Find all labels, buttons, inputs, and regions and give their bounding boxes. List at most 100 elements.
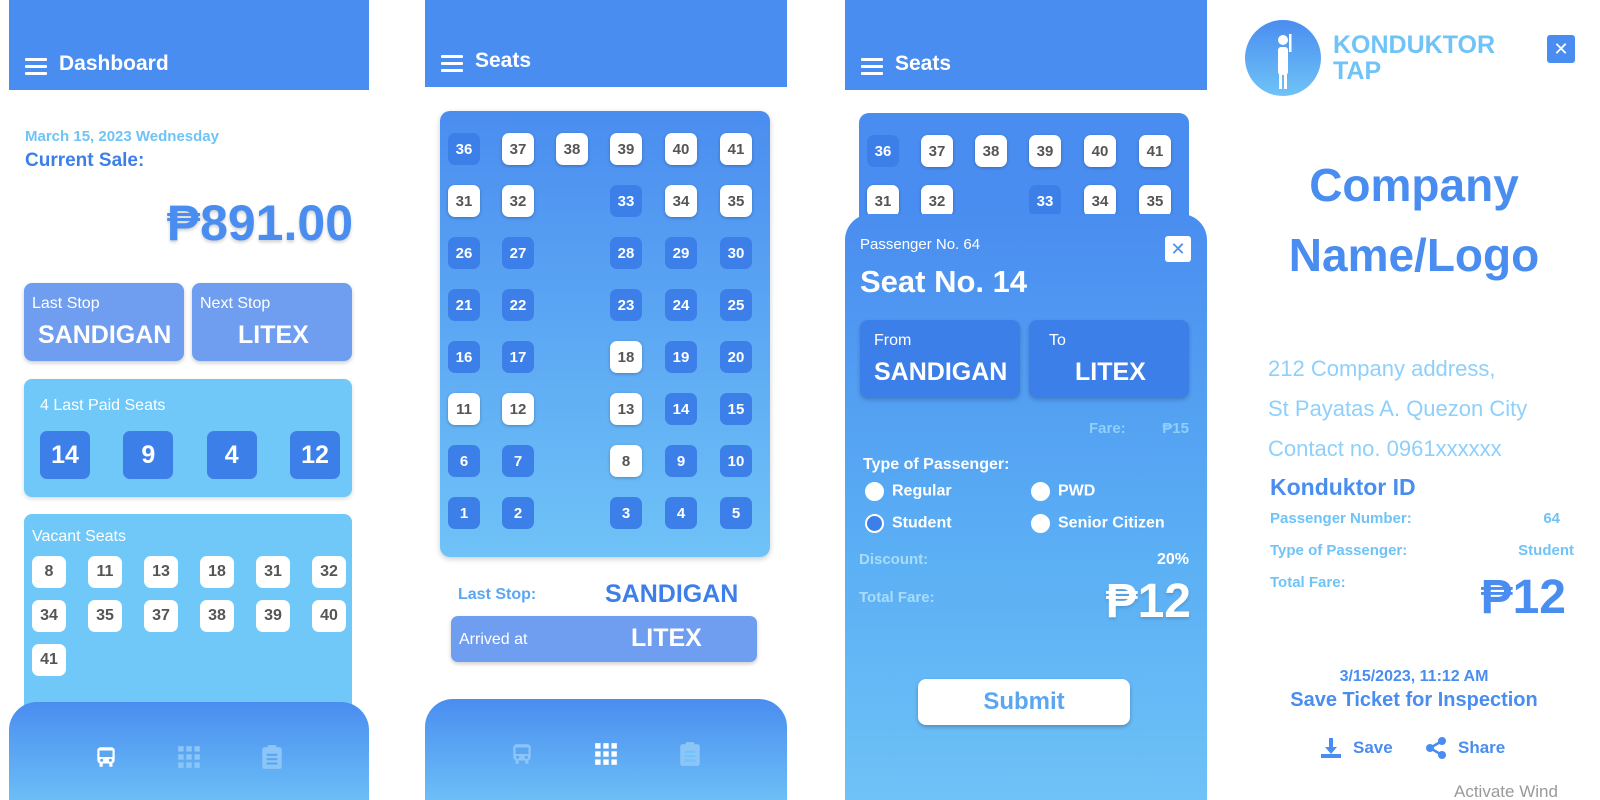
vacant-seat[interactable]: 41 <box>32 644 66 676</box>
seat-22[interactable]: 22 <box>502 289 534 321</box>
seat-8[interactable]: 8 <box>610 445 642 477</box>
total-fare-value: ₱12 <box>1480 571 1566 624</box>
seat-5[interactable]: 5 <box>720 497 752 529</box>
seat-20[interactable]: 20 <box>720 341 752 373</box>
fare-value: ₱15 <box>1162 420 1189 437</box>
seat-7[interactable]: 7 <box>502 445 534 477</box>
seat-37[interactable]: 37 <box>502 133 534 165</box>
close-button[interactable]: ✕ <box>1547 35 1575 63</box>
seat-10[interactable]: 10 <box>720 445 752 477</box>
seat-27[interactable]: 27 <box>502 237 534 269</box>
vacant-seat[interactable]: 37 <box>144 600 178 632</box>
radio-regular[interactable]: Regular <box>865 482 952 501</box>
save-button[interactable]: Save <box>1319 736 1393 760</box>
seat-33[interactable]: 33 <box>610 185 642 217</box>
seat-35[interactable]: 35 <box>720 185 752 217</box>
seat-37[interactable]: 37 <box>921 135 953 167</box>
seat-12[interactable]: 12 <box>502 393 534 425</box>
seat-18[interactable]: 18 <box>610 341 642 373</box>
seat-17[interactable]: 17 <box>502 341 534 373</box>
seat-39[interactable]: 39 <box>610 133 642 165</box>
grid-icon[interactable] <box>176 744 202 770</box>
seat-33[interactable]: 33 <box>1029 185 1061 217</box>
seat-41[interactable]: 41 <box>720 133 752 165</box>
last-stop-label: Last Stop: <box>458 586 537 603</box>
passenger-type-label: Type of Passenger: <box>1270 542 1408 559</box>
seat-40[interactable]: 40 <box>1084 135 1116 167</box>
seats-header: Seats <box>425 0 787 87</box>
vacant-seat[interactable]: 35 <box>88 600 122 632</box>
paid-seat[interactable]: 14 <box>40 431 90 479</box>
seat-38[interactable]: 38 <box>975 135 1007 167</box>
radio-senior[interactable]: Senior Citizen <box>1031 514 1165 533</box>
clipboard-icon[interactable] <box>259 744 285 770</box>
seat-32[interactable]: 32 <box>502 185 534 217</box>
seat-24[interactable]: 24 <box>665 289 697 321</box>
seat-30[interactable]: 30 <box>720 237 752 269</box>
seat-41[interactable]: 41 <box>1139 135 1171 167</box>
bus-icon[interactable] <box>509 741 535 767</box>
seat-6[interactable]: 6 <box>448 445 480 477</box>
vacant-seat[interactable]: 31 <box>256 556 290 588</box>
menu-icon[interactable] <box>861 58 883 76</box>
seat-4[interactable]: 4 <box>665 497 697 529</box>
seat-15[interactable]: 15 <box>720 393 752 425</box>
paid-seat[interactable]: 12 <box>289 431 340 479</box>
vacant-seat[interactable]: 8 <box>32 556 66 588</box>
seat-31[interactable]: 31 <box>448 185 480 217</box>
seat-40[interactable]: 40 <box>665 133 697 165</box>
vacant-seat[interactable]: 32 <box>312 556 346 588</box>
seat-34[interactable]: 34 <box>1084 185 1116 217</box>
seat-3[interactable]: 3 <box>610 497 642 529</box>
seat-28[interactable]: 28 <box>610 237 642 269</box>
seat-13[interactable]: 13 <box>610 393 642 425</box>
vacant-seat[interactable]: 38 <box>200 600 234 632</box>
grid-icon[interactable] <box>593 741 619 767</box>
seat-29[interactable]: 29 <box>665 237 697 269</box>
menu-icon[interactable] <box>441 55 463 73</box>
seat-34[interactable]: 34 <box>665 185 697 217</box>
vacant-seat[interactable]: 18 <box>200 556 234 588</box>
radio-pwd[interactable]: PWD <box>1031 482 1095 501</box>
radio-student[interactable]: Student <box>865 514 952 533</box>
menu-icon[interactable] <box>25 58 47 76</box>
seat-16[interactable]: 16 <box>448 341 480 373</box>
bus-icon[interactable] <box>93 744 119 770</box>
vacant-seat[interactable]: 40 <box>312 600 346 632</box>
vacant-seat[interactable]: 13 <box>144 556 178 588</box>
seat-39[interactable]: 39 <box>1029 135 1061 167</box>
fare-label: Fare: <box>1089 420 1126 437</box>
seat-14[interactable]: 14 <box>665 393 697 425</box>
paid-seat[interactable]: 4 <box>206 431 257 479</box>
vacant-seat[interactable]: 11 <box>88 556 122 588</box>
seat-26[interactable]: 26 <box>448 237 480 269</box>
paid-seat[interactable]: 9 <box>123 431 174 479</box>
close-button[interactable]: ✕ <box>1165 236 1191 262</box>
seat-11[interactable]: 11 <box>448 393 480 425</box>
total-fare-label: Total Fare: <box>859 589 935 606</box>
seat-35[interactable]: 35 <box>1139 185 1171 217</box>
passenger-number: Passenger No. 64 <box>860 236 981 253</box>
seat-19[interactable]: 19 <box>665 341 697 373</box>
page-title: Dashboard <box>59 52 169 75</box>
submit-button[interactable]: Submit <box>918 679 1130 725</box>
company-address-1: 212 Company address, <box>1268 356 1496 381</box>
clipboard-icon[interactable] <box>677 741 703 767</box>
company-address-2: St Payatas A. Quezon City <box>1268 396 1528 421</box>
seat-9[interactable]: 9 <box>665 445 697 477</box>
seat-23[interactable]: 23 <box>610 289 642 321</box>
vacant-seat[interactable]: 34 <box>32 600 66 632</box>
seat-36[interactable]: 36 <box>448 133 480 165</box>
seat-31[interactable]: 31 <box>867 185 899 217</box>
seat-25[interactable]: 25 <box>720 289 752 321</box>
seat-36[interactable]: 36 <box>867 135 899 167</box>
seat-38[interactable]: 38 <box>556 133 588 165</box>
seat-2[interactable]: 2 <box>502 497 534 529</box>
seat-21[interactable]: 21 <box>448 289 480 321</box>
seat-32[interactable]: 32 <box>921 185 953 217</box>
vacant-seat[interactable]: 39 <box>256 600 290 632</box>
share-button[interactable]: Share <box>1424 736 1505 760</box>
konduktor-id-label: Konduktor ID <box>1270 474 1416 500</box>
seat-1[interactable]: 1 <box>448 497 480 529</box>
save-ticket-label: Save Ticket for Inspection <box>1290 689 1538 711</box>
